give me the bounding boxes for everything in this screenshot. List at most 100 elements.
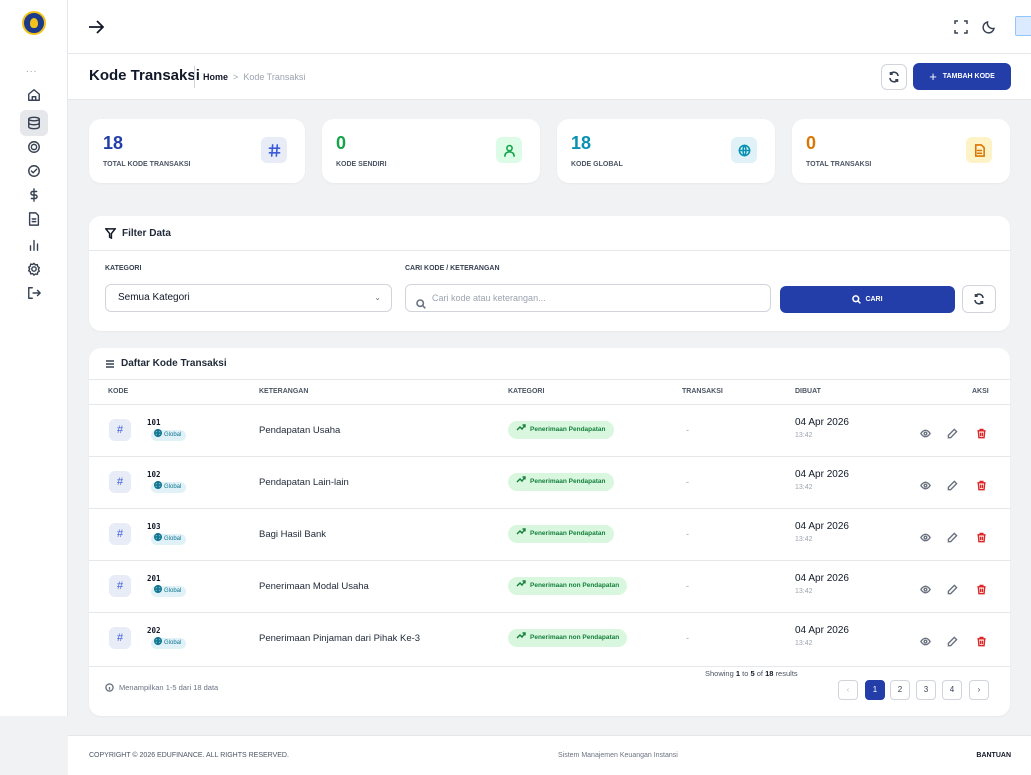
delete-trash-icon[interactable]: [976, 582, 987, 595]
created-time: 13:42: [795, 536, 813, 543]
created-time: 13:42: [795, 588, 813, 595]
keterangan-value: Pendapatan Usaha: [259, 425, 341, 436]
transaksi-value: -: [686, 477, 689, 487]
globe-icon: [154, 429, 162, 442]
stat-value: 18: [103, 133, 124, 153]
table-row: #102 Global Pendapatan Lain-lain Penerimaan…: [89, 456, 1011, 508]
bar-chart-icon[interactable]: [20, 232, 48, 258]
dollar-icon[interactable]: [20, 182, 48, 208]
chevron-down-icon: ⌄: [374, 293, 381, 302]
col-kategori: KATEGORI: [508, 388, 545, 395]
global-badge: Global: [151, 637, 187, 649]
divider: [89, 666, 1010, 667]
moon-icon[interactable]: [982, 20, 996, 34]
page-1-button[interactable]: 1: [865, 680, 885, 700]
kategori-badge: Penerimaan Pendapatan: [508, 421, 614, 439]
delete-trash-icon[interactable]: [976, 426, 987, 439]
sidebar-more: ...: [26, 64, 38, 75]
stat-value: 0: [806, 133, 817, 153]
breadcrumb-separator: >: [233, 72, 239, 82]
edit-pencil-icon[interactable]: [947, 582, 958, 595]
page-4-button[interactable]: 4: [942, 680, 962, 700]
kode-value: 103: [147, 522, 161, 531]
delete-trash-icon[interactable]: [976, 530, 987, 543]
trending-up-icon: [516, 629, 526, 647]
view-eye-icon[interactable]: [920, 634, 931, 646]
col-kode: KODE: [108, 388, 129, 395]
kode-value: 102: [147, 470, 161, 479]
kategori-badge: Penerimaan non Pendapatan: [508, 577, 628, 595]
add-code-button[interactable]: + TAMBAH KODE: [913, 63, 1011, 90]
stat-card-total-kode: 18 TOTAL KODE TRANSAKSI: [89, 119, 305, 183]
filter-icon: [105, 228, 116, 239]
transaksi-value: -: [686, 425, 689, 435]
search-button[interactable]: CARI: [780, 286, 955, 313]
search-icon: [852, 295, 862, 304]
stat-card-kode-sendiri: 0 KODE SENDIRI: [322, 119, 540, 183]
help-link[interactable]: BANTUAN: [976, 752, 1011, 759]
breadcrumb: Home > Kode Transaksi: [194, 66, 305, 88]
col-aksi: AKSI: [972, 388, 989, 395]
delete-trash-icon[interactable]: [976, 634, 987, 647]
filter-card: Filter Data KATEGORI CARI KODE / KETERAN…: [89, 216, 1010, 331]
footer-system-name: Sistem Manajemen Keuangan Instansi: [558, 752, 678, 759]
kategori-select[interactable]: Semua Kategori ⌄: [105, 284, 392, 312]
list-title: Daftar Kode Transaksi: [105, 358, 227, 369]
table-row: #103 Global Bagi Hasil Bank Penerimaan Pend…: [89, 508, 1011, 560]
stat-value: 18: [571, 133, 592, 153]
transaksi-value: -: [686, 529, 689, 539]
view-eye-icon[interactable]: [920, 478, 931, 490]
view-eye-icon[interactable]: [920, 530, 931, 542]
trending-up-icon: [516, 421, 526, 439]
reset-filter-button[interactable]: [962, 285, 996, 313]
hash-icon: #: [109, 419, 131, 441]
user-avatar[interactable]: [1015, 16, 1031, 36]
global-badge: Global: [151, 533, 187, 546]
kode-value: 202: [147, 626, 161, 635]
created-time: 13:42: [795, 432, 813, 439]
hash-icon: #: [109, 523, 131, 545]
page-header: Kode Transaksi Home > Kode Transaksi + TA…: [68, 54, 1031, 100]
page-2-button[interactable]: 2: [890, 680, 910, 700]
page-3-button[interactable]: 3: [916, 680, 936, 700]
refresh-button[interactable]: [881, 64, 907, 90]
created-date: 04 Apr 2026: [795, 469, 849, 480]
globe-icon: [154, 481, 162, 494]
search-input[interactable]: Cari kode atau keterangan...: [405, 284, 771, 312]
global-badge: Global: [151, 429, 187, 442]
next-page-button[interactable]: ›: [969, 680, 989, 700]
hash-icon: [261, 137, 287, 163]
breadcrumb-home[interactable]: Home: [203, 72, 228, 82]
view-eye-icon[interactable]: [920, 582, 931, 594]
delete-trash-icon[interactable]: [976, 478, 987, 491]
globe-icon: [154, 533, 162, 546]
edit-pencil-icon[interactable]: [947, 530, 958, 543]
kategori-badge: Penerimaan Pendapatan: [508, 473, 614, 491]
edit-pencil-icon[interactable]: [947, 634, 958, 647]
created-date: 04 Apr 2026: [795, 625, 849, 636]
app-logo[interactable]: [22, 11, 46, 35]
expand-sidebar-arrow-icon[interactable]: [88, 20, 105, 34]
edit-pencil-icon[interactable]: [947, 426, 958, 439]
fullscreen-icon[interactable]: [954, 20, 968, 34]
target-icon[interactable]: [20, 134, 48, 160]
document-icon[interactable]: [20, 206, 48, 232]
trending-up-icon: [516, 473, 526, 491]
prev-page-button[interactable]: ‹: [838, 680, 858, 700]
view-eye-icon[interactable]: [920, 426, 931, 438]
edit-pencil-icon[interactable]: [947, 478, 958, 491]
keterangan-value: Pendapatan Lain-lain: [259, 477, 349, 488]
list-card: Daftar Kode Transaksi KODE KETERANGAN KA…: [89, 348, 1011, 716]
logout-icon[interactable]: [20, 280, 48, 306]
home-icon[interactable]: [20, 82, 48, 108]
database-icon[interactable]: [20, 110, 48, 136]
footer: COPYRIGHT © 2026 EDUFINANCE. ALL RIGHTS …: [68, 735, 1031, 775]
settings-icon[interactable]: [20, 256, 48, 282]
keterangan-value: Penerimaan Modal Usaha: [259, 581, 369, 592]
search-icon: [416, 293, 426, 309]
refresh-icon: [974, 293, 984, 305]
user-icon: [496, 137, 522, 163]
check-circle-icon[interactable]: [20, 158, 48, 184]
created-date: 04 Apr 2026: [795, 521, 849, 532]
kategori-label: KATEGORI: [105, 265, 142, 272]
